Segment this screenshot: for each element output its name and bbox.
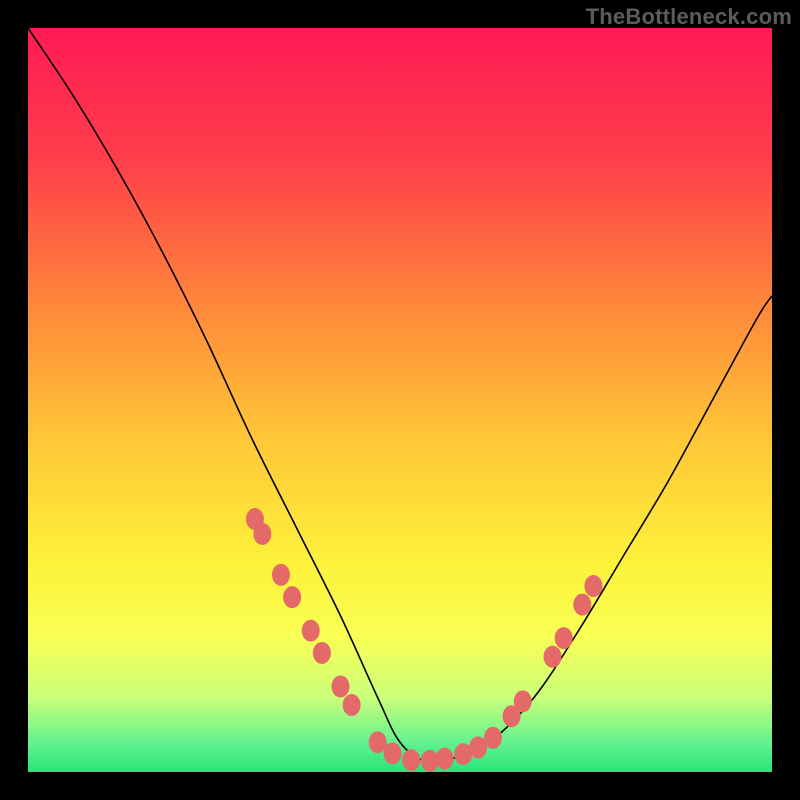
marker-bottom-5 [436,748,454,770]
marker-left-5 [302,620,320,642]
marker-left-8 [343,694,361,716]
marker-bottom-1 [369,731,387,753]
marker-bottom-3 [402,749,420,771]
chart-frame [28,28,772,772]
marker-right-2 [514,690,532,712]
marker-left-4 [283,586,301,608]
watermark-text: TheBottleneck.com [586,4,792,30]
marker-left-7 [331,675,349,697]
gradient-background [28,28,772,772]
marker-bottom-8 [484,727,502,749]
marker-right-4 [555,627,573,649]
marker-left-2 [253,523,271,545]
marker-left-6 [313,642,331,664]
marker-right-5 [573,594,591,616]
marker-right-6 [584,575,602,597]
marker-bottom-2 [384,742,402,764]
chart-plot [28,28,772,772]
marker-left-3 [272,564,290,586]
marker-right-3 [544,646,562,668]
